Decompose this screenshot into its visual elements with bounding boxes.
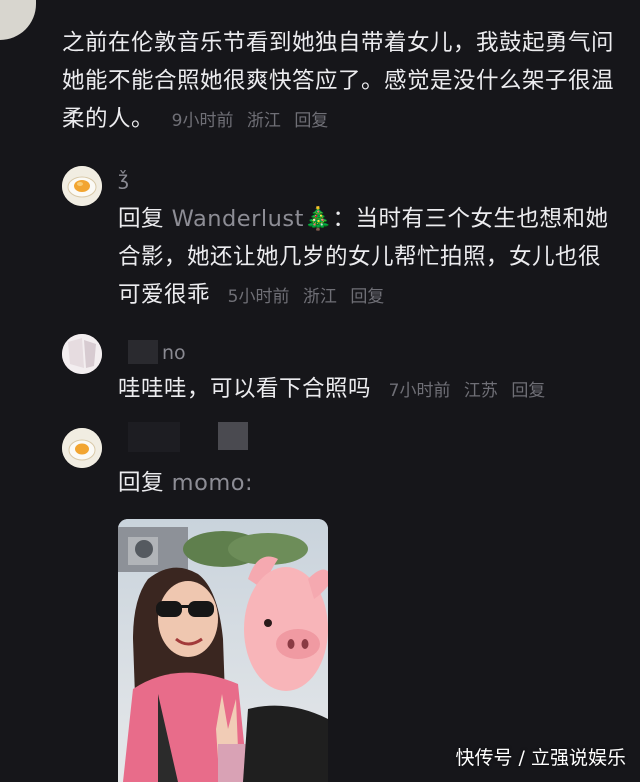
reply-1-mention[interactable]: Wanderlust🎄: [172, 206, 333, 232]
selfie-photo-image: [118, 519, 328, 782]
reply-2-body: 哇哇哇，可以看下合照吗 7小时前 江苏 回复: [118, 370, 618, 410]
comment-body: 之前在伦敦音乐节看到她独自带着女儿，我鼓起勇气问她能不能合照她很爽快答应了。感觉…: [62, 24, 622, 140]
reply-1-location: 浙江: [302, 287, 337, 307]
reply-button[interactable]: 回复: [294, 111, 328, 131]
reply-1-meta: 5小时前 浙江 回复: [228, 287, 385, 307]
comment-time: 9小时前: [171, 111, 234, 131]
attached-photo[interactable]: [118, 519, 328, 782]
username-redaction: [128, 340, 158, 364]
reply-2-text: 哇哇哇，可以看下合照吗: [118, 376, 372, 402]
reply-2-avatar[interactable]: [62, 334, 102, 374]
reply-1-username[interactable]: ǯ: [118, 168, 129, 190]
username-redaction: [218, 422, 248, 450]
reply-1-avatar[interactable]: [62, 166, 102, 206]
reply-1-body: 回复 Wanderlust🎄：当时有三个女生也想和她合影，她还让她几岁的女儿帮忙…: [118, 200, 618, 316]
reply-2-time: 7小时前: [388, 381, 451, 401]
reply-2-meta: 7小时前 江苏 回复: [389, 381, 546, 401]
reply-1-time: 5小时前: [227, 287, 290, 307]
reply-1-reply-button[interactable]: 回复: [350, 287, 384, 307]
egg-avatar-icon: [62, 428, 102, 468]
username-redaction: [128, 422, 180, 452]
comment-meta: 9小时前 浙江 回复: [172, 111, 329, 131]
reply-3-body: 回复 momo:: [118, 464, 618, 502]
reply-1-prefix: 回复: [118, 206, 165, 232]
comment-location: 浙江: [246, 111, 281, 131]
watermark-text: 快传号 / 立强说娱乐: [455, 747, 626, 769]
reply-2-reply-button[interactable]: 回复: [511, 381, 545, 401]
reply-2-username[interactable]: no: [162, 342, 186, 364]
previous-avatar[interactable]: [0, 0, 36, 40]
comment-text: 之前在伦敦音乐节看到她独自带着女儿，我鼓起勇气问她能不能合照她很爽快答应了。感觉…: [62, 30, 615, 132]
reply-3-prefix: 回复: [118, 470, 165, 496]
user-avatar-icon: [62, 334, 102, 374]
reply-3-avatar[interactable]: [62, 428, 102, 468]
egg-avatar-icon: [62, 166, 102, 206]
reply-3-mention[interactable]: momo:: [172, 470, 253, 496]
reply-2-location: 江苏: [463, 381, 498, 401]
